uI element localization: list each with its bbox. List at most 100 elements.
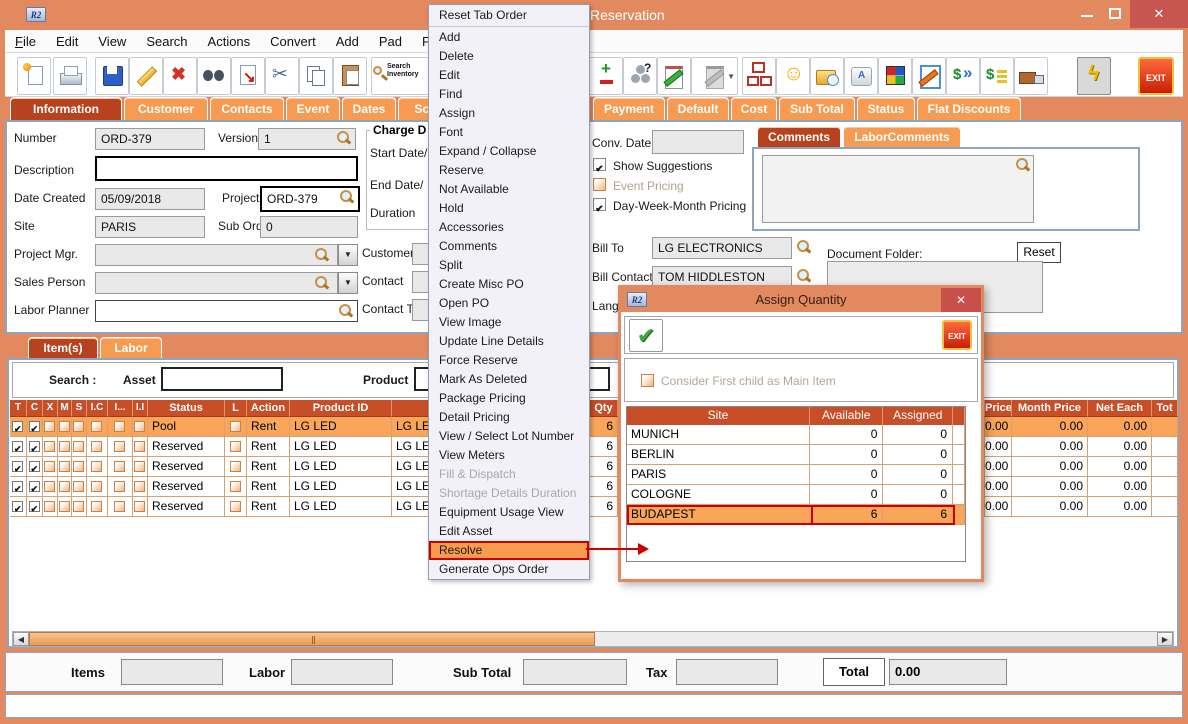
toolbar-button-keyboard-key[interactable] bbox=[844, 57, 878, 95]
unchecked-checkbox[interactable] bbox=[44, 481, 55, 492]
description-field[interactable] bbox=[95, 156, 358, 181]
column-header-action[interactable]: Action bbox=[247, 400, 290, 417]
unchecked-checkbox[interactable] bbox=[134, 461, 145, 472]
sales-person-field[interactable] bbox=[95, 272, 338, 294]
tab-status[interactable]: Status bbox=[857, 97, 915, 120]
unchecked-checkbox[interactable] bbox=[91, 461, 102, 472]
tab-cost[interactable]: Cost bbox=[731, 97, 777, 120]
asset-input[interactable] bbox=[161, 367, 283, 391]
dialog-column-header-available[interactable]: Available bbox=[810, 407, 884, 425]
table-row[interactable]: ReservedRentLG LEDLG LE60.000.000.00 bbox=[10, 497, 1178, 517]
toolbar-button-edit-pencil[interactable] bbox=[129, 57, 163, 95]
toolbar-button-org-chart[interactable] bbox=[742, 57, 776, 95]
reset-button[interactable]: Reset bbox=[1017, 242, 1061, 263]
show-suggestions-checkbox[interactable] bbox=[593, 158, 606, 171]
menu-item-view-select-lot-number[interactable]: View / Select Lot Number bbox=[429, 427, 589, 446]
close-button[interactable]: ✕ bbox=[1130, 0, 1188, 28]
unchecked-checkbox[interactable] bbox=[44, 421, 55, 432]
column-header-product-id[interactable]: Product ID bbox=[290, 400, 392, 417]
labor-planner-search-icon[interactable] bbox=[339, 304, 353, 318]
column-header-ii[interactable]: I.I bbox=[133, 400, 148, 417]
toolbar-button-smiley[interactable] bbox=[776, 57, 810, 95]
menu-item-force-reserve[interactable]: Force Reserve bbox=[429, 351, 589, 370]
project-mgr-field[interactable] bbox=[95, 244, 338, 266]
checkbox-cell[interactable] bbox=[43, 437, 58, 457]
checkbox-cell[interactable] bbox=[43, 417, 58, 437]
menu-item-accessories[interactable]: Accessories bbox=[429, 218, 589, 237]
menu-item-create-misc-po[interactable]: Create Misc PO bbox=[429, 275, 589, 294]
unchecked-checkbox[interactable] bbox=[59, 421, 70, 432]
toolbar-button-new-document[interactable] bbox=[17, 57, 51, 95]
checkbox-cell[interactable] bbox=[10, 437, 27, 457]
unchecked-checkbox[interactable] bbox=[134, 421, 145, 432]
checked-checkbox[interactable] bbox=[29, 461, 40, 472]
dialog-exit-button[interactable]: EXIT bbox=[942, 320, 972, 350]
menubar-item-view[interactable]: View bbox=[88, 30, 136, 52]
dwm-pricing-checkbox[interactable] bbox=[593, 198, 606, 211]
checkbox-cell[interactable] bbox=[72, 477, 87, 497]
checkbox-cell[interactable] bbox=[133, 497, 148, 517]
unchecked-checkbox[interactable] bbox=[59, 501, 70, 512]
tab-comments[interactable]: Comments bbox=[757, 126, 841, 147]
bill-to-search-icon[interactable] bbox=[797, 240, 811, 254]
menu-item-resolve[interactable]: Resolve bbox=[429, 541, 589, 560]
menubar-item-file[interactable]: File bbox=[5, 30, 46, 52]
tab-items[interactable]: Item(s) bbox=[28, 337, 98, 358]
tab-default[interactable]: Default bbox=[667, 97, 729, 120]
toolbar-button-rubiks-cube[interactable] bbox=[878, 57, 912, 95]
unchecked-checkbox[interactable] bbox=[73, 461, 84, 472]
checkbox-cell[interactable] bbox=[58, 477, 72, 497]
toolbar-button-folder-clock[interactable] bbox=[810, 57, 844, 95]
checkbox-cell[interactable] bbox=[58, 457, 72, 477]
column-header-ic[interactable]: I.C bbox=[87, 400, 108, 417]
checked-checkbox[interactable] bbox=[12, 421, 23, 432]
version-search-icon[interactable] bbox=[337, 131, 351, 145]
toolbar-button-print[interactable] bbox=[53, 57, 87, 95]
checked-checkbox[interactable] bbox=[12, 461, 23, 472]
unchecked-checkbox[interactable] bbox=[230, 441, 241, 452]
toolbar-button-truck[interactable] bbox=[1014, 57, 1048, 95]
checkbox-cell[interactable] bbox=[10, 457, 27, 477]
unchecked-checkbox[interactable] bbox=[134, 441, 145, 452]
menubar-item-convert[interactable]: Convert bbox=[260, 30, 326, 52]
checkbox-cell[interactable] bbox=[108, 437, 133, 457]
menu-item-reset-tab-order[interactable]: Reset Tab Order bbox=[429, 5, 589, 25]
column-header-price[interactable]: Price bbox=[985, 400, 1012, 417]
unchecked-checkbox[interactable] bbox=[114, 441, 125, 452]
menu-item-detail-pricing[interactable]: Detail Pricing bbox=[429, 408, 589, 427]
column-header-status[interactable]: Status bbox=[148, 400, 225, 417]
scrollbar-thumb[interactable] bbox=[29, 632, 595, 646]
unchecked-checkbox[interactable] bbox=[230, 501, 241, 512]
column-header-l[interactable]: L bbox=[225, 400, 247, 417]
menu-item-add[interactable]: Add bbox=[429, 28, 589, 47]
dialog-table-row[interactable]: COLOGNE00 bbox=[627, 485, 965, 505]
menubar-item-actions[interactable]: Actions bbox=[198, 30, 261, 52]
bill-contact-search-icon[interactable] bbox=[797, 269, 811, 283]
toolbar-button-find-binoculars[interactable] bbox=[197, 57, 231, 95]
menu-item-expand-collapse[interactable]: Expand / Collapse bbox=[429, 142, 589, 161]
toolbar-button-lightning[interactable] bbox=[1077, 57, 1111, 95]
checkbox-cell[interactable] bbox=[87, 457, 108, 477]
unchecked-checkbox[interactable] bbox=[134, 481, 145, 492]
toolbar-button-paste[interactable] bbox=[333, 57, 367, 95]
checkbox-cell[interactable] bbox=[10, 497, 27, 517]
project-search-icon[interactable] bbox=[340, 190, 354, 204]
checkbox-cell[interactable] bbox=[43, 457, 58, 477]
toolbar-button-dollar-list[interactable] bbox=[980, 57, 1014, 95]
checkbox-cell[interactable] bbox=[58, 437, 72, 457]
toolbar-button-notepad-edit[interactable] bbox=[657, 57, 691, 95]
checkbox-cell[interactable] bbox=[87, 477, 108, 497]
tab-event[interactable]: Event bbox=[286, 97, 340, 120]
column-header-t[interactable]: T bbox=[10, 400, 27, 417]
checkbox-cell[interactable] bbox=[10, 417, 27, 437]
toolbar-button-transfer-document[interactable] bbox=[231, 57, 265, 95]
checked-checkbox[interactable] bbox=[12, 501, 23, 512]
column-header-i[interactable]: I... bbox=[108, 400, 133, 417]
unchecked-checkbox[interactable] bbox=[73, 441, 84, 452]
toolbar-button-dollar-forward[interactable] bbox=[946, 57, 980, 95]
menu-item-mark-as-deleted[interactable]: Mark As Deleted bbox=[429, 370, 589, 389]
checked-checkbox[interactable] bbox=[29, 501, 40, 512]
menu-item-equipment-usage-view[interactable]: Equipment Usage View bbox=[429, 503, 589, 522]
checkbox-cell[interactable] bbox=[87, 417, 108, 437]
unchecked-checkbox[interactable] bbox=[114, 421, 125, 432]
